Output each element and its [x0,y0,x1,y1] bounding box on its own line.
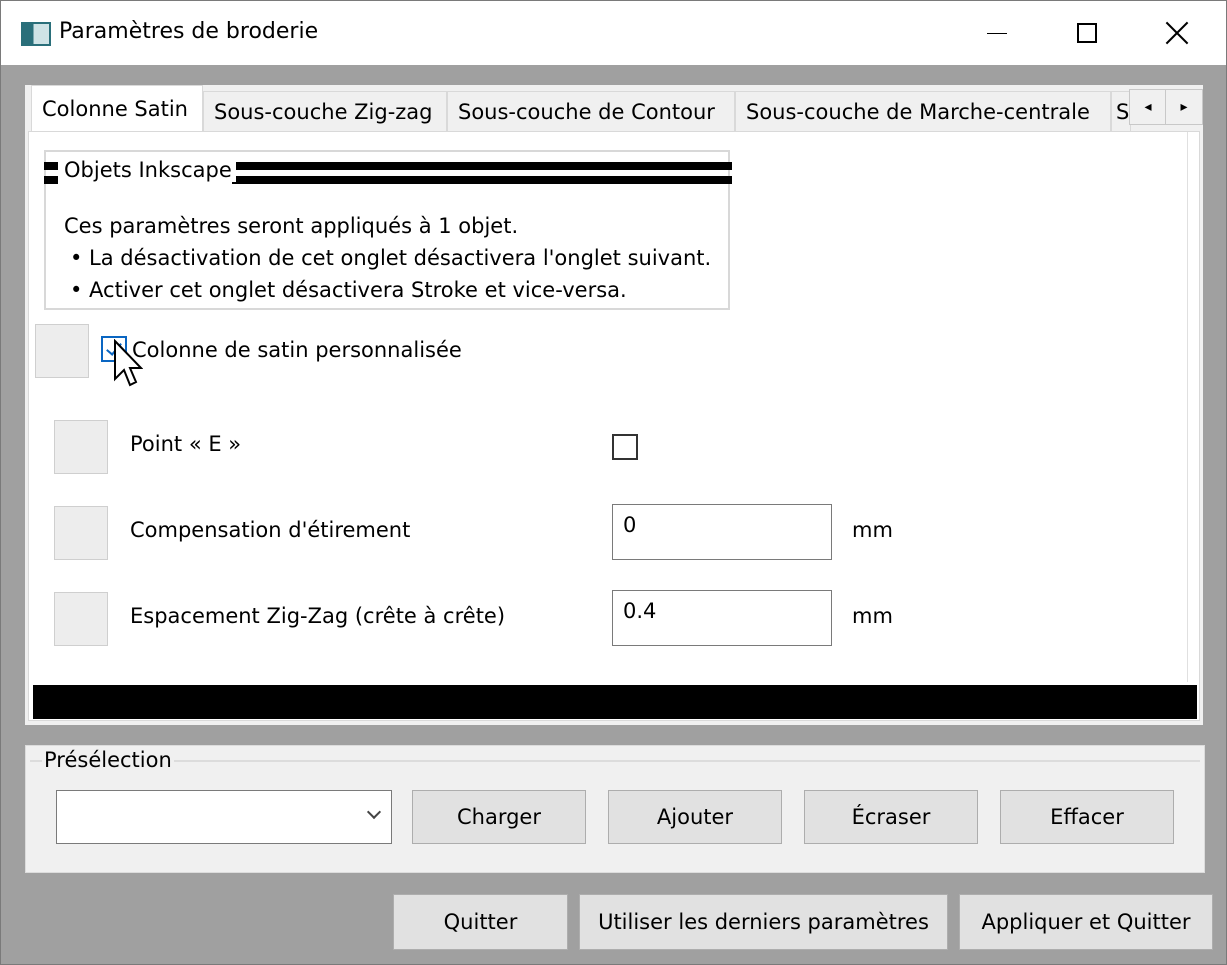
title-bar-mask [232,162,732,170]
close-button[interactable] [1131,1,1223,65]
quit-button[interactable]: Quitter [393,894,568,950]
param-toggle-zigzag-spacing[interactable] [54,592,108,646]
app-icon [21,22,51,46]
tab-label: Sous-couche de Contour [458,99,715,124]
info-line: Ces paramètres seront appliqués à 1 obje… [64,214,519,238]
redacted-bar [33,685,1197,719]
arrow-right-icon: ▸ [1180,99,1188,115]
window-title: Paramètres de broderie [59,19,319,44]
tab-sous-couche-marche-centrale[interactable]: Sous-couche de Marche-centrale [735,91,1111,131]
embroidery-params-window: Paramètres de broderie Colonne Satin Sou… [0,0,1227,965]
info-line: • La désactivation de cet onglet désacti… [70,246,712,270]
title-bar-mask [44,176,58,184]
param-label-zigzag-spacing: Espacement Zig-Zag (crête à crête) [130,604,506,628]
close-icon [1165,21,1189,45]
apply-and-quit-button[interactable]: Appliquer et Quitter [959,894,1213,950]
toggle-placeholder[interactable] [35,324,89,378]
arrow-left-icon: ◂ [1144,99,1152,115]
custom-satin-label: Colonne de satin personnalisée [132,338,462,362]
tab-scroll-right-button[interactable]: ▸ [1165,89,1203,125]
preset-divider [30,760,1200,762]
settings-notebook: Colonne Satin Sous-couche Zig-zag Sous-c… [25,85,1203,725]
param-toggle-compensation[interactable] [54,506,108,560]
info-text: Ces paramètres seront appliqués à 1 obje… [64,210,711,306]
preset-title: Présélection [42,748,174,772]
zigzag-spacing-input[interactable]: 0.4 [612,590,832,646]
minimize-button[interactable] [951,1,1043,65]
title-bar: Paramètres de broderie [1,1,1226,65]
tab-label: S [1116,99,1130,124]
tab-scroll-left-button[interactable]: ◂ [1129,89,1167,125]
chevron-down-icon [366,804,382,820]
delete-preset-button[interactable]: Effacer [1000,790,1174,844]
mouse-cursor-icon [114,339,143,387]
tab-panel-colonne-satin: Objets Inkscape Ces paramètres seront ap… [28,131,1200,721]
zigzag-spacing-unit: mm [852,604,893,628]
panel-scrollbar[interactable] [1187,132,1191,682]
tab-overflow[interactable]: S [1111,91,1131,131]
compensation-unit: mm [852,518,893,542]
tab-label: Colonne Satin [42,96,188,121]
overwrite-preset-button[interactable]: Écraser [804,790,978,844]
inkscape-objects-group: Objets Inkscape Ces paramètres seront ap… [44,150,732,310]
title-bar-mask [44,162,58,170]
param-label-point-e: Point « E » [130,432,242,456]
point-e-checkbox[interactable] [612,434,638,460]
maximize-icon [1077,23,1097,43]
add-preset-button[interactable]: Ajouter [608,790,782,844]
tab-strip: Colonne Satin Sous-couche Zig-zag Sous-c… [25,85,1203,131]
info-line: • Activer cet onglet désactivera Stroke … [70,278,627,302]
preset-combo[interactable] [56,790,392,844]
tab-sous-couche-zigzag[interactable]: Sous-couche Zig-zag [203,91,447,131]
preset-group: Présélection Charger Ajouter Écraser Eff… [25,745,1205,873]
title-bar-mask [232,176,732,184]
tab-colonne-satin[interactable]: Colonne Satin [31,85,203,131]
param-label-compensation: Compensation d'étirement [130,518,411,542]
minimize-icon [987,32,1007,34]
tab-label: Sous-couche Zig-zag [214,99,433,124]
compensation-input[interactable]: 0 [612,504,832,560]
maximize-button[interactable] [1041,1,1133,65]
load-preset-button[interactable]: Charger [412,790,586,844]
group-title: Objets Inkscape [60,158,236,182]
param-toggle-point-e[interactable] [54,420,108,474]
tab-label: Sous-couche de Marche-centrale [746,99,1090,124]
use-last-settings-button[interactable]: Utiliser les derniers paramètres [579,894,948,950]
tab-sous-couche-contour[interactable]: Sous-couche de Contour [447,91,735,131]
